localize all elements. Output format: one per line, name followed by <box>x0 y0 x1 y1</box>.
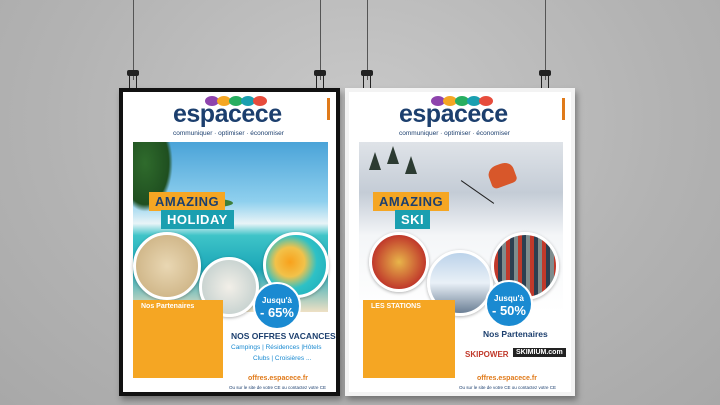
pine-tree <box>387 146 399 164</box>
hanging-wire <box>367 0 368 80</box>
brand-tagline: communiquer · optimiser · économiser <box>399 130 510 137</box>
skipower-logo: SKIPOWER <box>465 350 509 359</box>
discount-badge: Jusqu'à - 65% <box>253 282 301 330</box>
skimium-logo: SKIMIUM.com <box>513 348 566 357</box>
footer-note: Ou sur le site de votre CE ou contactez … <box>459 385 557 390</box>
hanging-wire <box>545 0 546 80</box>
brand-logo: espacece <box>399 100 508 128</box>
brand-logo: espacece <box>173 100 282 128</box>
brand-tagline: communiquer · optimiser · économiser <box>173 130 284 137</box>
partners-panel: Nos Partenaires <box>133 300 223 378</box>
discount-badge: Jusqu'à - 50% <box>485 280 533 328</box>
skier <box>486 160 518 190</box>
ski-poster: espacece communiquer · optimiser · écono… <box>345 88 575 396</box>
hanging-wire <box>133 0 134 80</box>
poster-sheet: espacece communiquer · optimiser · écono… <box>123 92 336 392</box>
title-line-1: AMAZING <box>149 192 226 211</box>
holiday-poster: espacece communiquer · optimiser · écono… <box>119 88 340 396</box>
stations-panel: LES STATIONS <box>363 300 455 378</box>
accent-bar <box>562 98 565 120</box>
title-line-2: HOLIDAY <box>161 210 234 229</box>
offers-url: offres.espacece.fr <box>477 375 537 382</box>
poster-sheet: espacece communiquer · optimiser · écono… <box>349 92 571 392</box>
offers-subtitle-2: Clubs | Croisières ... <box>253 355 312 362</box>
partners-title: Nos Partenaires <box>483 329 548 339</box>
offers-title: NOS OFFRES VACANCES <box>231 331 336 341</box>
family-photo-circle <box>369 232 429 292</box>
hanging-wire <box>320 0 321 80</box>
pine-tree <box>405 156 417 174</box>
accent-bar <box>327 98 330 120</box>
footer-note: Ou sur le site de votre CE ou contactez … <box>229 385 327 390</box>
sand-photo-circle <box>133 232 201 300</box>
offers-subtitle-1: Campings | Résidences |Hôtels <box>231 344 322 351</box>
title-line-1: AMAZING <box>373 192 450 211</box>
ski-pole <box>460 180 495 204</box>
offers-url: offres.espacece.fr <box>248 375 308 382</box>
title-line-2: SKI <box>395 210 431 229</box>
pine-tree <box>369 152 381 170</box>
